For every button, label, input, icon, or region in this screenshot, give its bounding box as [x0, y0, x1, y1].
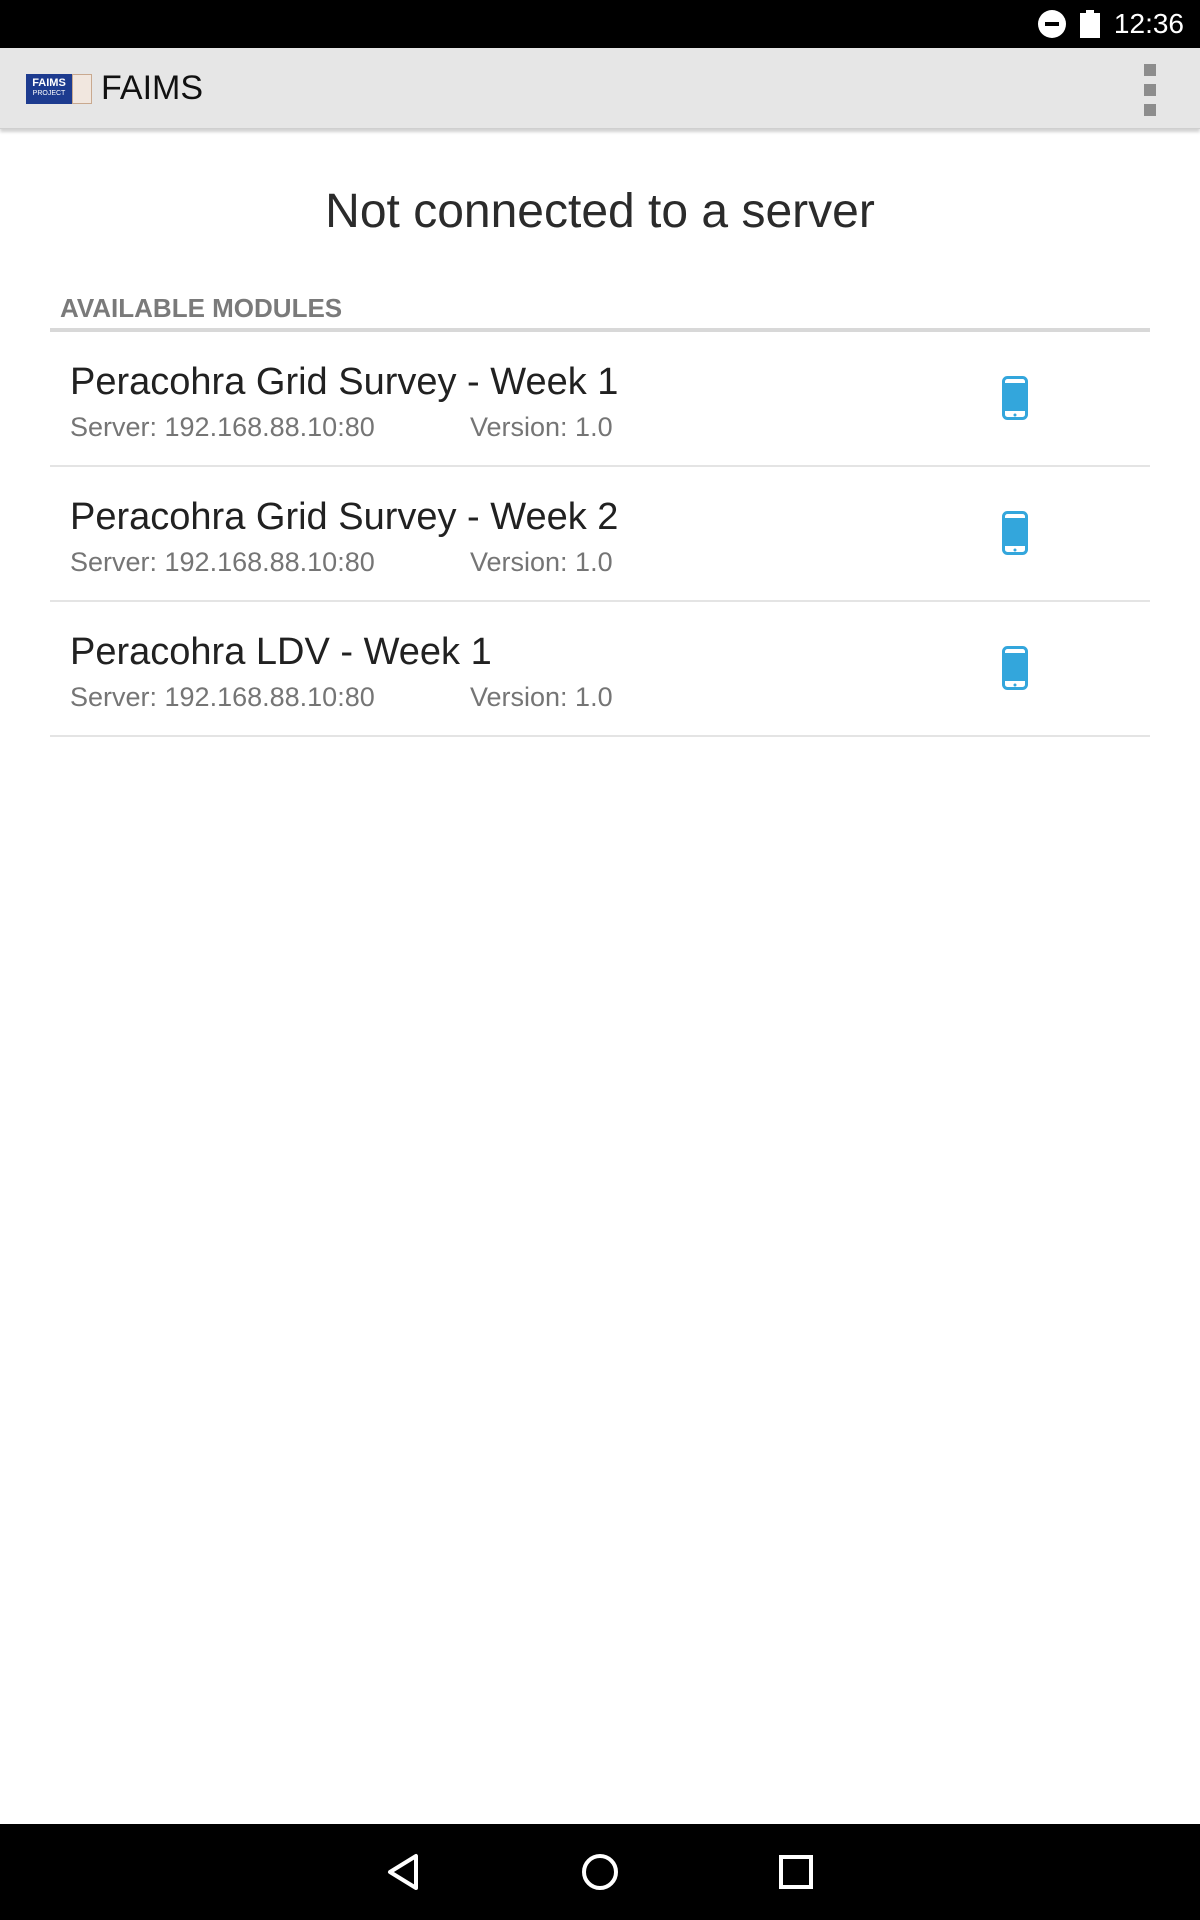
section-header: AVAILABLE MODULES — [50, 290, 1150, 332]
module-name: Peracohra Grid Survey - Week 2 — [70, 496, 619, 538]
phone-icon — [1002, 376, 1028, 420]
back-icon[interactable] — [380, 1848, 428, 1896]
home-icon[interactable] — [576, 1848, 624, 1896]
module-name: Peracohra LDV - Week 1 — [70, 631, 492, 673]
logo-subtext: PROJECT — [32, 90, 66, 97]
module-server: Server: 192.168.88.10:80 — [70, 682, 375, 712]
status-icons: 12:36 — [1037, 0, 1184, 48]
faims-logo: FAIMS PROJECT — [26, 74, 92, 104]
module-server: Server: 192.168.88.10:80 — [70, 412, 375, 442]
module-item[interactable]: Peracohra Grid Survey - Week 1 Server: 1… — [50, 332, 1150, 467]
module-version: Version: 1.0 — [470, 412, 613, 442]
clock: 12:36 — [1113, 8, 1184, 39]
module-version: Version: 1.0 — [470, 682, 613, 712]
logo-text: FAIMS — [32, 77, 66, 89]
module-item[interactable]: Peracohra Grid Survey - Week 2 Server: 1… — [50, 467, 1150, 602]
module-item[interactable]: Peracohra LDV - Week 1 Server: 192.168.8… — [50, 602, 1150, 737]
section-title: AVAILABLE MODULES — [60, 293, 343, 323]
module-name: Peracohra Grid Survey - Week 1 — [70, 361, 619, 403]
module-server: Server: 192.168.88.10:80 — [70, 547, 375, 577]
connection-status: Not connected to a server — [325, 185, 875, 238]
battery-icon — [1079, 10, 1100, 38]
phone-icon — [1002, 646, 1028, 690]
module-version: Version: 1.0 — [470, 547, 613, 577]
main-content: Not connected to a server AVAILABLE MODU… — [0, 132, 1200, 737]
status-bar: 12:36 — [0, 0, 1200, 48]
app-title: FAIMS — [101, 69, 204, 107]
overflow-menu-icon[interactable] — [1140, 64, 1160, 116]
do-not-disturb-icon — [1037, 10, 1066, 38]
navigation-bar — [0, 1824, 1200, 1920]
module-list: Peracohra Grid Survey - Week 1 Server: 1… — [50, 332, 1150, 737]
action-bar: FAIMS PROJECT FAIMS — [0, 48, 1200, 129]
recents-icon[interactable] — [772, 1848, 820, 1896]
phone-icon — [1002, 511, 1028, 555]
